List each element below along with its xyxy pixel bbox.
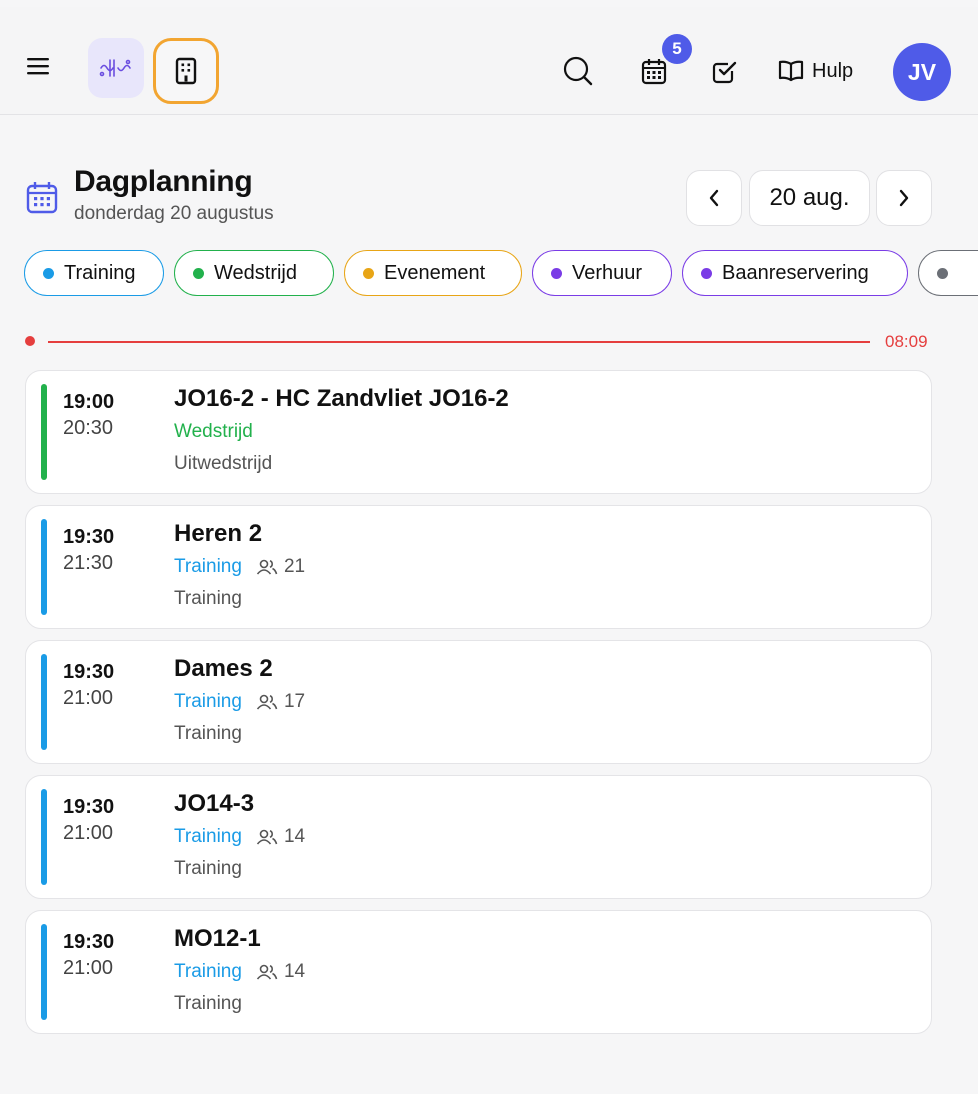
participant-count: 14 [256, 961, 305, 983]
current-time-label: 08:09 [885, 332, 928, 351]
page-subtitle: donderdag 20 augustus [74, 203, 274, 224]
participant-count-value: 17 [283, 691, 306, 712]
color-dot [937, 267, 948, 279]
event-color-bar [41, 789, 47, 885]
event-title: Heren 2 [174, 520, 263, 547]
building-icon-button[interactable] [153, 38, 219, 104]
event-color-bar [41, 654, 47, 750]
chevron-left-icon [709, 189, 719, 207]
event-end-time: 21:00 [63, 687, 114, 709]
event-end-time: 21:30 [63, 552, 114, 574]
club-logo-icon [99, 59, 131, 77]
event-start-time: 19:30 [63, 661, 115, 683]
current-time-line [48, 341, 870, 343]
chip-label: Wedstrijd [214, 261, 297, 284]
event-color-bar [41, 384, 47, 480]
event-start-time: 19:00 [63, 391, 115, 413]
chip-label: Verhuur [572, 261, 643, 284]
event-type: Training [174, 826, 242, 847]
filter-chip-baanreservering[interactable]: Baanreservering [682, 250, 908, 296]
event-description: Uitwedstrijd [174, 453, 273, 474]
color-dot [551, 267, 562, 279]
date-picker-button[interactable]: 20 aug. [749, 170, 870, 226]
top-bar: 5 Hulp JV [0, 7, 978, 115]
event-end-time: 21:00 [63, 822, 114, 844]
help-button[interactable]: Hulp [778, 51, 853, 91]
event-color-bar [41, 924, 47, 1020]
event-start-time: 19:30 [63, 526, 115, 548]
next-day-button[interactable] [876, 170, 932, 226]
event-card[interactable]: 19:30 21:00 MO12-1 Training 14 Training [25, 910, 932, 1034]
filter-chip-bar: Training Wedstrijd Evenement Verhuur Baa… [24, 250, 978, 298]
event-description: Training [174, 993, 242, 1014]
chip-label: Training [64, 261, 136, 284]
book-icon [778, 60, 804, 82]
event-meta: Wedstrijd [174, 421, 253, 443]
color-dot [701, 267, 712, 279]
help-label: Hulp [812, 59, 854, 82]
event-color-bar [41, 519, 47, 615]
participant-count: 17 [256, 691, 305, 713]
event-title: MO12-1 [174, 925, 261, 952]
filter-chip-wedstrijd[interactable]: Wedstrijd [174, 250, 334, 296]
event-card[interactable]: 19:30 21:30 Heren 2 Training 21 Training [25, 505, 932, 629]
event-end-time: 20:30 [63, 417, 114, 439]
event-description: Training [174, 723, 242, 744]
current-time-dot [25, 336, 35, 346]
avatar[interactable]: JV [893, 43, 951, 101]
chip-label: Baanreservering [722, 261, 869, 284]
event-title: JO16-2 - HC Zandvliet JO16-2 [174, 385, 509, 412]
event-end-time: 21:00 [63, 957, 114, 979]
filter-chip-evenement[interactable]: Evenement [344, 250, 522, 296]
chevron-right-icon [899, 189, 909, 207]
event-card[interactable]: 19:30 21:00 JO14-3 Training 14 Training [25, 775, 932, 899]
event-description: Training [174, 858, 242, 879]
building-icon [175, 57, 197, 85]
filter-chip-other[interactable] [918, 250, 978, 296]
page-title: Dagplanning [74, 165, 253, 198]
notification-badge: 5 [662, 34, 692, 64]
participant-count-value: 14 [283, 826, 306, 847]
event-title: JO14-3 [174, 790, 255, 817]
chip-label: Evenement [384, 261, 486, 284]
event-meta: Training 17 [174, 691, 305, 713]
event-meta: Training 14 [174, 826, 305, 848]
users-icon [256, 829, 278, 845]
participant-count-value: 14 [283, 961, 306, 982]
users-icon [256, 964, 278, 980]
participant-count: 21 [256, 556, 305, 578]
previous-day-button[interactable] [686, 170, 742, 226]
users-icon [256, 694, 278, 710]
event-meta: Training 14 [174, 961, 305, 983]
event-card[interactable]: 19:00 20:30 JO16-2 - HC Zandvliet JO16-2… [25, 370, 932, 494]
menu-icon[interactable] [22, 50, 54, 82]
event-meta: Training 21 [174, 556, 305, 578]
color-dot [43, 267, 54, 279]
event-type: Training [174, 691, 242, 712]
event-description: Training [174, 588, 242, 609]
search-icon[interactable] [558, 51, 598, 91]
calendar-icon [26, 182, 58, 214]
checkbox-tasks-icon[interactable] [708, 53, 742, 89]
event-start-time: 19:30 [63, 796, 115, 818]
event-type: Wedstrijd [174, 421, 253, 442]
event-type: Training [174, 961, 242, 982]
participant-count: 14 [256, 826, 305, 848]
color-dot [193, 267, 204, 279]
users-icon [256, 559, 278, 575]
filter-chip-verhuur[interactable]: Verhuur [532, 250, 672, 296]
app-logo-button[interactable] [88, 38, 144, 98]
event-title: Dames 2 [174, 655, 273, 682]
event-type: Training [174, 556, 242, 577]
filter-chip-training[interactable]: Training [24, 250, 164, 296]
color-dot [363, 267, 374, 279]
event-card[interactable]: 19:30 21:00 Dames 2 Training 17 Training [25, 640, 932, 764]
participant-count-value: 21 [283, 556, 306, 577]
event-start-time: 19:30 [63, 931, 115, 953]
